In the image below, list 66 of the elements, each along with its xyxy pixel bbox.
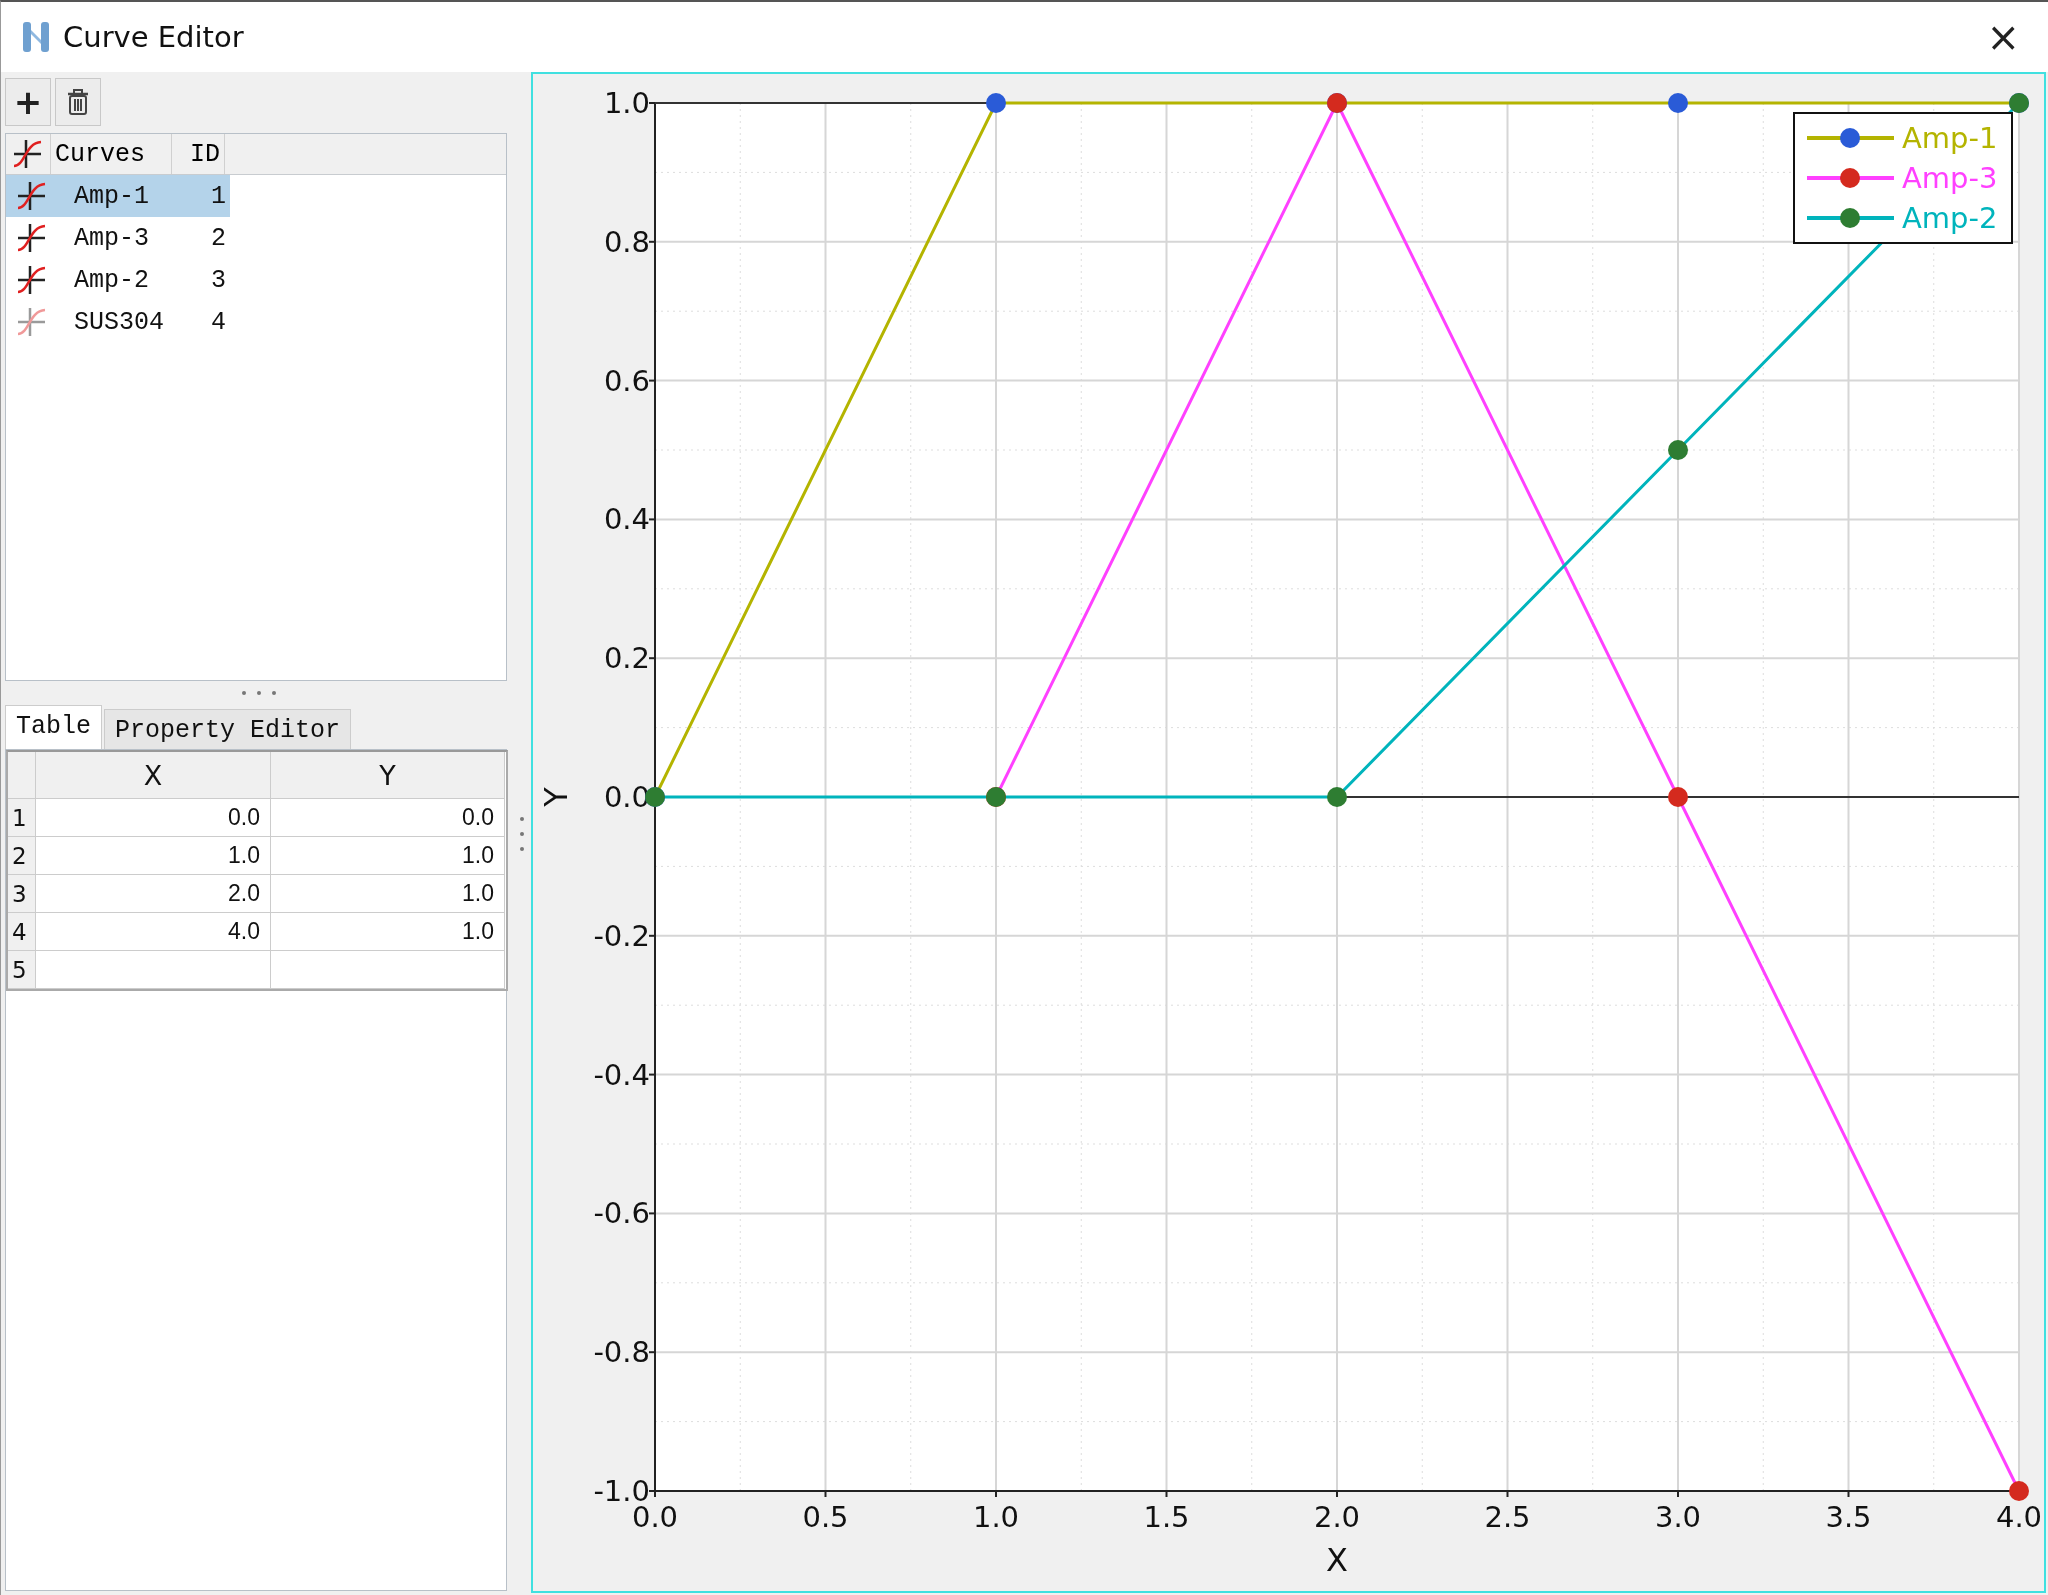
- curve-name[interactable]: Amp-1: [58, 175, 178, 217]
- legend-label: Amp-2: [1902, 201, 1998, 235]
- data-point[interactable]: [986, 93, 1006, 113]
- close-button[interactable]: ×: [1978, 17, 2028, 57]
- x-tick-label: 2.5: [1484, 1500, 1531, 1534]
- x-tick-label: 1.0: [972, 1500, 1020, 1534]
- curve-id[interactable]: 4: [178, 301, 230, 343]
- table-cell[interactable]: 0.0: [36, 799, 271, 837]
- window-title: Curve Editor: [63, 20, 245, 54]
- table-cell[interactable]: 4.0: [36, 913, 271, 951]
- y-tick-label: -0.4: [593, 1057, 650, 1092]
- table-cell[interactable]: 2.0: [36, 875, 271, 913]
- table-cell[interactable]: [271, 951, 505, 989]
- curve-name[interactable]: Amp-2: [58, 259, 178, 301]
- row-number: 5: [8, 951, 36, 989]
- trash-icon: [67, 89, 89, 115]
- x-axis-title: X: [1326, 1541, 1348, 1579]
- table-corner: [8, 752, 36, 799]
- splitter-handle[interactable]: [519, 815, 525, 852]
- y-tick-label: -0.8: [593, 1335, 650, 1370]
- table-cell[interactable]: 0.0: [271, 799, 505, 837]
- y-axis-title: Y: [537, 787, 575, 807]
- y-tick-label: 0.8: [603, 224, 650, 259]
- legend-swatch-icon: [1807, 208, 1894, 228]
- y-tick-label: -0.2: [593, 918, 650, 953]
- table-cell[interactable]: 1.0: [36, 837, 271, 875]
- y-tick-label: 0.2: [603, 641, 650, 676]
- curve-name[interactable]: Amp-3: [58, 217, 178, 259]
- legend-swatch-icon: [1807, 168, 1894, 188]
- row-number: 3: [8, 875, 36, 913]
- x-tick-label: 0.0: [631, 1500, 679, 1534]
- splitter-handle[interactable]: [241, 690, 277, 696]
- x-tick-label: 3.0: [1654, 1500, 1702, 1534]
- table-cell[interactable]: [36, 951, 271, 989]
- column-header[interactable]: Curves: [51, 134, 172, 174]
- curve-name[interactable]: SUS304: [58, 301, 178, 343]
- column-header[interactable]: Y: [271, 752, 505, 799]
- y-tick-label: 0.6: [603, 363, 650, 398]
- curve-id[interactable]: 1: [178, 175, 230, 217]
- table-cell[interactable]: 1.0: [271, 837, 505, 875]
- add-button[interactable]: +: [5, 78, 51, 126]
- tab[interactable]: Property Editor: [104, 709, 352, 749]
- x-tick-label: 2.0: [1313, 1500, 1361, 1534]
- column-header[interactable]: X: [36, 752, 271, 799]
- x-tick-label: 4.0: [1995, 1500, 2043, 1534]
- table-cell[interactable]: 1.0: [271, 913, 505, 951]
- row-number: 1: [8, 799, 36, 837]
- x-tick-label: 3.5: [1825, 1500, 1872, 1534]
- y-tick-label: 0.4: [603, 502, 650, 537]
- legend-label: Amp-3: [1902, 161, 1998, 195]
- x-tick-label: 0.5: [802, 1500, 849, 1534]
- curve-id[interactable]: 3: [178, 259, 230, 301]
- curve-id[interactable]: 2: [178, 217, 230, 259]
- x-tick-label: 1.5: [1143, 1500, 1190, 1534]
- app-logo-icon: [21, 20, 51, 54]
- row-number: 4: [8, 913, 36, 951]
- legend-label: Amp-1: [1902, 121, 1998, 155]
- column-header[interactable]: ID: [172, 134, 225, 174]
- y-tick-label: -0.6: [593, 1196, 650, 1231]
- table-cell[interactable]: 1.0: [271, 875, 505, 913]
- legend-swatch-icon: [1807, 128, 1894, 148]
- y-tick-label: 1.0: [603, 86, 650, 120]
- tab[interactable]: Table: [5, 705, 102, 749]
- row-number: 2: [8, 837, 36, 875]
- data-point[interactable]: [1668, 93, 1688, 113]
- delete-button[interactable]: [55, 78, 101, 126]
